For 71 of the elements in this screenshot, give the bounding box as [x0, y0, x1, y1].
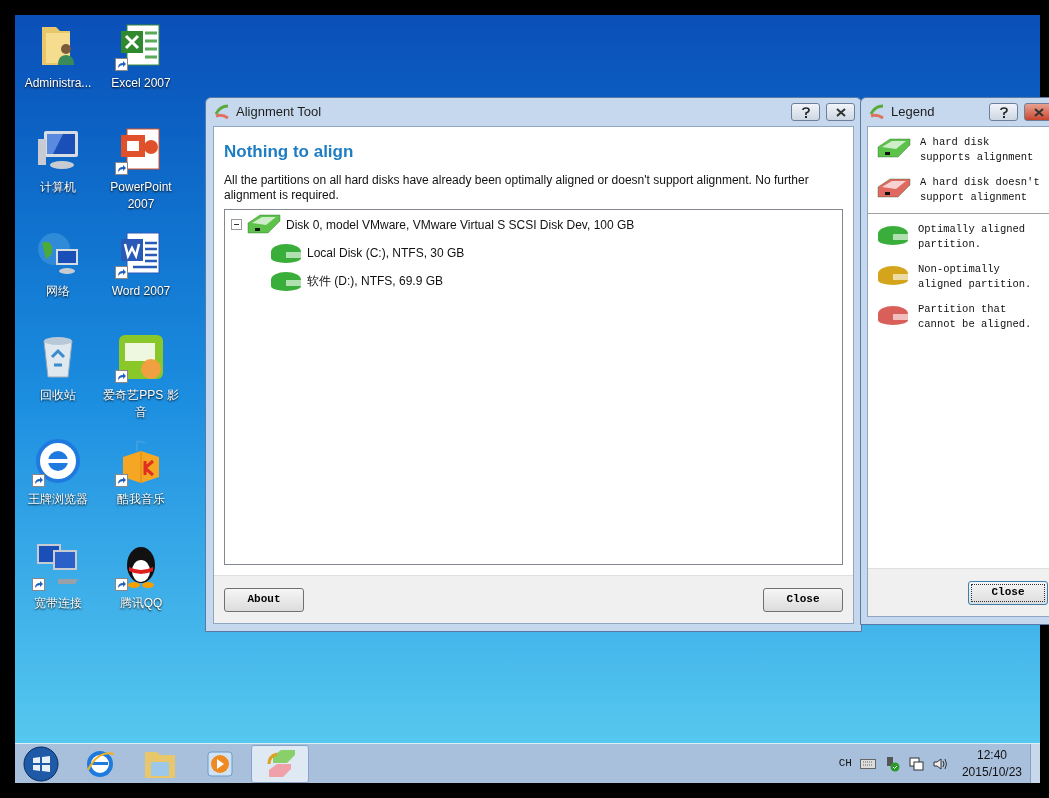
browser-icon: [34, 437, 82, 485]
legend-text: Non-optimally aligned partition.: [918, 262, 1033, 292]
desktop-shortcut[interactable]: 爱奇艺PPS 影音: [99, 331, 183, 435]
desktop-icon-label: Administra...: [24, 75, 92, 92]
help-icon: [999, 106, 1008, 118]
shortcut-arrow-icon: [115, 162, 128, 175]
clock-date: 2015/10/23: [961, 763, 1022, 781]
desktop-shortcut[interactable]: 回收站: [17, 331, 99, 435]
shortcut-arrow-icon: [115, 474, 128, 487]
close-icon: [1033, 107, 1044, 117]
shortcut-arrow-icon: [32, 578, 45, 591]
dialog-message: All the partitions on all hard disks have already been optimally aligned or doesn't support alignment. No further alignment is required.: [224, 172, 810, 203]
close-button[interactable]: Close: [763, 587, 843, 612]
shortcut-arrow-icon: [32, 474, 45, 487]
desktop-icon-label: 腾讯QQ: [119, 595, 163, 612]
desktop-icon-label: Excel 2007: [111, 75, 171, 92]
legend-text: A hard disk doesn't support alignment: [920, 175, 1040, 205]
tree-item[interactable]: Local Disk (C:), NTFS, 30 GB: [307, 243, 465, 262]
app-logo-icon: [869, 104, 885, 120]
windows-logo-icon: [23, 745, 59, 782]
desktop-icon-label: Word 2007: [111, 283, 171, 300]
help-icon: [801, 106, 810, 118]
about-button[interactable]: About: [224, 587, 304, 612]
partition-icon: [876, 264, 910, 286]
shortcut-arrow-icon: [115, 370, 128, 383]
legend-text: A hard disk supports alignment: [920, 135, 1035, 165]
close-button[interactable]: Close: [968, 580, 1048, 605]
tree-item[interactable]: 软件 (D:), NTFS, 69.9 GB: [307, 271, 444, 290]
window-title: Alignment Tool: [236, 103, 323, 122]
partition-icon: [269, 269, 303, 292]
desktop-icon-label: 回收站: [40, 387, 76, 404]
help-button[interactable]: [791, 103, 820, 121]
dialog-heading: Nothing to align: [224, 141, 355, 163]
desktop-icon-label: 酷我音乐: [117, 491, 165, 508]
partition-icon: [269, 241, 303, 264]
desktop-shortcut[interactable]: 计算机: [17, 123, 99, 227]
desktop-icon-label: 爱奇艺PPS 影音: [102, 387, 180, 421]
media-player-icon: [205, 748, 235, 779]
app-logo-icon: [214, 104, 230, 120]
clock-time: 12:40: [976, 746, 1007, 764]
close-window-button[interactable]: [826, 103, 855, 121]
video-app-icon: [117, 333, 165, 381]
shortcut-arrow-icon: [115, 58, 128, 71]
desktop-icon-label: 计算机: [40, 179, 76, 196]
tree-item[interactable]: Disk 0, model VMware, VMware Virtual S SCSI Disk Dev, 100 GB: [286, 215, 635, 234]
desktop-shortcut[interactable]: Word 2007: [99, 227, 183, 331]
network-icon[interactable]: [907, 755, 924, 772]
close-window-button[interactable]: [1024, 103, 1049, 121]
desktop-shortcut[interactable]: 网络: [17, 227, 99, 331]
language-indicator[interactable]: CH: [838, 755, 852, 772]
desktop-icon-label: PowerPoint 2007: [109, 179, 173, 213]
window-title: Legend: [891, 103, 936, 122]
legend-text: Partition that cannot be aligned.: [918, 302, 1033, 332]
desktop-shortcut[interactable]: Excel 2007: [99, 19, 183, 123]
collapse-icon[interactable]: [231, 219, 242, 230]
desktop-icon-label: 王牌浏览器: [28, 491, 88, 508]
hard-disk-icon: [246, 212, 282, 237]
shortcut-arrow-icon: [115, 578, 128, 591]
volume-icon[interactable]: [931, 755, 948, 772]
legend-text: Optimally aligned partition.: [918, 222, 1027, 252]
desktop-icon-label: 网络: [46, 283, 70, 300]
partition-icon: [876, 224, 910, 246]
partition-icon: [876, 304, 910, 326]
close-icon: [835, 107, 846, 117]
desktop-shortcut[interactable]: PowerPoint 2007: [99, 123, 183, 227]
desktop-shortcut[interactable]: Administra...: [17, 19, 99, 123]
keyboard-icon[interactable]: [859, 758, 876, 769]
clock[interactable]: 12:40 2015/10/23: [961, 746, 1022, 781]
help-button[interactable]: [989, 103, 1018, 121]
shortcut-arrow-icon: [115, 266, 128, 279]
desktop-icon-label: 宽带连接: [34, 595, 82, 612]
